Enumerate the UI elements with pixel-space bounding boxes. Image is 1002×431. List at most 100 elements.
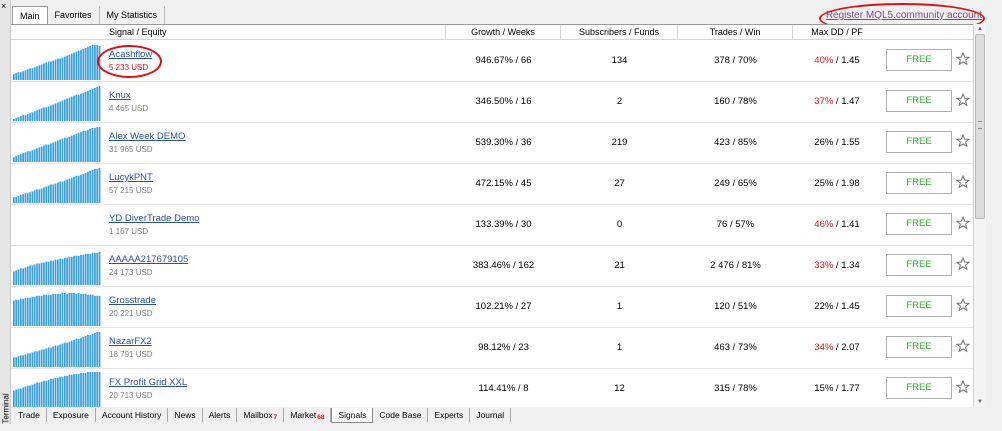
table-row[interactable]: NazarFX2 18 791 USD 98.12% / 23 1 463 / 73% 3…: [11, 328, 973, 369]
table-row[interactable]: AAAAA217679105 24 173 USD 383.46% / 162 21 2…: [11, 246, 973, 287]
star-icon[interactable]: [956, 133, 970, 149]
sparkline-bar: [63, 342, 66, 367]
sparkline-bar: [24, 297, 27, 326]
profit-factor-value: / 1.41: [833, 219, 860, 230]
sparkline-bar: [68, 136, 71, 162]
table-row[interactable]: FX Profit Grid XXL 20 713 USD 114.41% / 8 1…: [11, 369, 973, 407]
tab-news[interactable]: News: [168, 408, 203, 422]
sparkline-bar: [38, 295, 41, 326]
column-header-maxdd[interactable]: Max DD / PF: [793, 25, 881, 40]
sparkline-bar: [36, 66, 38, 80]
sparkline-bar: [80, 131, 82, 162]
sparkline-bar: [94, 295, 96, 326]
close-icon[interactable]: ×: [1, 1, 6, 11]
table-row[interactable]: Grosstrade 20 221 USD 102.21% / 27 1 120 / 5…: [11, 287, 973, 328]
sparkline-bar: [84, 253, 87, 285]
tab-alerts[interactable]: Alerts: [203, 408, 238, 422]
sparkline-bar: [29, 297, 31, 326]
star-icon[interactable]: [956, 92, 970, 108]
sparkline-bar: [57, 102, 59, 121]
star-icon[interactable]: [956, 215, 970, 231]
tab-my-statistics[interactable]: My Statistics: [100, 6, 166, 24]
sparkline-bar: [17, 299, 20, 326]
sparkline-bar: [84, 172, 87, 203]
column-header-signal[interactable]: Signal / Equity: [11, 25, 446, 40]
scroll-up-arrow-icon[interactable]: ▲: [977, 26, 983, 32]
free-subscribe-button[interactable]: FREE: [886, 213, 952, 235]
tab-exposure[interactable]: Exposure: [47, 408, 96, 422]
free-subscribe-button[interactable]: FREE: [886, 172, 952, 194]
signal-name-link[interactable]: Grosstrade: [109, 295, 156, 306]
signal-name-link[interactable]: Knux: [109, 90, 131, 101]
free-subscribe-button[interactable]: FREE: [886, 254, 952, 276]
sparkline-bar: [63, 56, 66, 80]
sparkline-bar: [57, 259, 59, 285]
signal-name-link[interactable]: YD DiverTrade Demo: [109, 213, 199, 224]
star-icon[interactable]: [956, 297, 970, 313]
sparkline-bar: [70, 53, 73, 80]
free-subscribe-button[interactable]: FREE: [886, 295, 952, 317]
sparkline-bar: [29, 113, 31, 121]
tab-market[interactable]: Market68: [284, 408, 332, 422]
tab-mailbox[interactable]: Mailbox7: [237, 408, 285, 422]
tab-journal[interactable]: Journal: [470, 408, 512, 422]
vertical-scrollbar[interactable]: ▲ ▼: [973, 24, 986, 407]
sparkline-bar: [47, 379, 50, 407]
sparkline-bar: [50, 105, 52, 121]
sparkline-bar: [45, 62, 48, 80]
sparkline-bar: [84, 130, 87, 162]
sparkline-bar: [26, 114, 29, 121]
sparkline-bar: [73, 292, 75, 326]
sparkline-bar: [57, 345, 59, 367]
table-row[interactable]: LucykPNT 57 215 USD 472.15% / 45 27 249 / 65…: [11, 164, 973, 205]
tab-main[interactable]: Main: [12, 6, 48, 25]
sparkline-bar: [31, 112, 34, 121]
sparkline-bar: [80, 254, 82, 285]
sparkline-bar: [61, 343, 64, 367]
tab-account-history[interactable]: Account History: [96, 408, 169, 422]
sparkline-bar: [24, 354, 27, 367]
subscribers-count: 2: [616, 96, 623, 107]
equity-sparkline: [13, 251, 101, 285]
signal-name-link[interactable]: LucykPNT: [109, 172, 153, 183]
signal-name-link[interactable]: AAAAA217679105: [109, 254, 188, 265]
sparkline-bar: [54, 377, 57, 407]
free-subscribe-button[interactable]: FREE: [886, 377, 952, 399]
star-icon[interactable]: [956, 51, 970, 67]
tab-code-base[interactable]: Code Base: [373, 408, 429, 422]
sparkline-bar: [15, 389, 18, 407]
tab-experts[interactable]: Experts: [428, 408, 471, 422]
signal-name-link[interactable]: Alex Week DEMO: [109, 131, 185, 142]
free-subscribe-button[interactable]: FREE: [886, 90, 952, 112]
tab-signals[interactable]: Signals: [331, 408, 374, 423]
equity-sparkline: [13, 167, 101, 203]
growth-weeks: 539.30% / 36: [475, 137, 532, 148]
sparkline-bar: [82, 336, 85, 367]
tab-trade[interactable]: Trade: [12, 408, 47, 422]
column-header-trades[interactable]: Trades / Win: [678, 25, 793, 40]
scroll-thumb[interactable]: [975, 34, 985, 219]
sparkline-bar: [59, 139, 62, 162]
star-icon[interactable]: [956, 338, 970, 354]
signal-name-link[interactable]: FX Profit Grid XXL: [109, 377, 187, 388]
column-header-subscribers[interactable]: Subscribers / Funds: [561, 25, 678, 40]
table-row[interactable]: YD DiverTrade Demo 1 167 USD 133.39% / 30 0…: [11, 205, 973, 246]
free-subscribe-button[interactable]: FREE: [886, 336, 952, 358]
tab-favorites[interactable]: Favorites: [48, 6, 100, 24]
star-icon[interactable]: [956, 256, 970, 272]
sparkline-bar: [77, 255, 80, 285]
table-row[interactable]: Alex Week DEMO 31 965 USD 539.30% / 36 219 4…: [11, 123, 973, 164]
star-icon[interactable]: [956, 379, 970, 395]
tab-label: Market: [290, 410, 317, 420]
table-row[interactable]: Knux 4 465 USD 346.50% / 16 2 160 / 78% 37% /…: [11, 82, 973, 123]
scroll-down-arrow-icon[interactable]: ▼: [977, 399, 983, 405]
max-dd-pf: 15% / 1.77: [793, 383, 881, 394]
column-header-growth[interactable]: Growth / Weeks: [446, 25, 561, 40]
sparkline-bar: [36, 148, 38, 162]
sparkline-bar: [26, 151, 29, 162]
free-subscribe-button[interactable]: FREE: [886, 131, 952, 153]
sparkline-bar: [29, 353, 31, 367]
star-icon[interactable]: [956, 174, 970, 190]
free-subscribe-button[interactable]: FREE: [886, 49, 952, 71]
signal-name-link[interactable]: NazarFX2: [109, 336, 152, 347]
